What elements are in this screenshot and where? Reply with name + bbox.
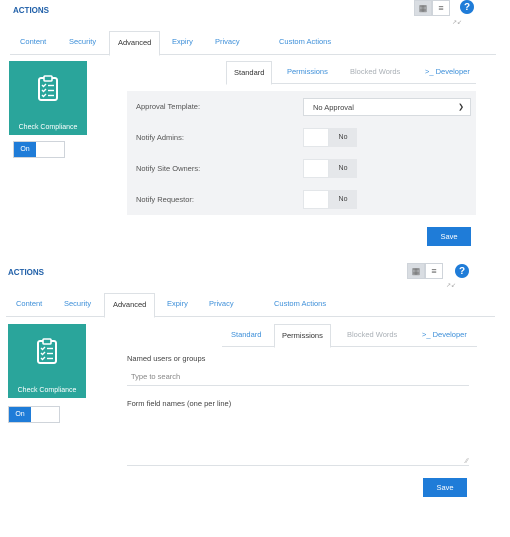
tab-advanced[interactable]: Advanced: [104, 293, 156, 318]
toggle-no-label[interactable]: No: [329, 190, 357, 209]
subtab-developer[interactable]: >_ Developer: [425, 67, 470, 76]
notify-admins-label: Notify Admins:: [136, 133, 184, 142]
panel-title: ACTIONS: [8, 268, 44, 277]
tab-security[interactable]: Security: [64, 299, 91, 308]
notify-site-owners-row: Notify Site Owners: No: [127, 153, 476, 184]
help-icon[interactable]: ?: [455, 264, 469, 278]
compliance-toggle[interactable]: On: [13, 141, 65, 158]
approval-template-row: Approval Template: No Approval ❯: [127, 91, 476, 122]
tab-content[interactable]: Content: [20, 37, 46, 46]
actions-panel-permissions: ACTIONS ▦ ≡ ? ↗↙ Content Security Advanc…: [0, 262, 510, 512]
save-button[interactable]: Save: [423, 478, 467, 497]
toggle-on-label[interactable]: On: [9, 407, 31, 422]
top-tabs: Content Security Advanced Expiry Privacy…: [6, 293, 495, 318]
toggle-on-label[interactable]: On: [14, 142, 36, 157]
notify-admins-toggle[interactable]: No: [303, 128, 357, 147]
clipboard-check-icon: [36, 338, 58, 366]
check-compliance-tile[interactable]: Check Compliance: [8, 324, 86, 398]
resize-grip-icon[interactable]: ∕∕: [466, 458, 468, 465]
notify-site-owners-label: Notify Site Owners:: [136, 164, 201, 173]
notify-requestor-row: Notify Requestor: No: [127, 184, 476, 215]
panel-title: ACTIONS: [13, 6, 49, 15]
subtab-developer[interactable]: >_ Developer: [422, 330, 467, 339]
subtab-blocked-words[interactable]: Blocked Words: [347, 330, 397, 339]
approval-template-value: No Approval: [313, 103, 354, 112]
toggle-no-label[interactable]: No: [329, 128, 357, 147]
top-tabs: Content Security Advanced Expiry Privacy…: [10, 31, 496, 56]
tab-custom-actions[interactable]: Custom Actions: [274, 299, 326, 308]
standard-settings-form: Approval Template: No Approval ❯ Notify …: [127, 91, 476, 215]
toggle-yes-area[interactable]: [303, 190, 329, 209]
approval-template-label: Approval Template:: [136, 102, 201, 111]
list-view-icon[interactable]: ≡: [425, 263, 443, 279]
subtab-standard[interactable]: Standard: [226, 61, 273, 85]
help-icon[interactable]: ?: [460, 0, 474, 14]
check-compliance-label: Check Compliance: [18, 124, 78, 131]
sub-tabs: Standard Permissions Blocked Words >_ De…: [226, 61, 476, 85]
notify-site-owners-toggle[interactable]: No: [303, 159, 357, 178]
list-view-icon[interactable]: ≡: [432, 0, 450, 16]
tab-advanced[interactable]: Advanced: [109, 31, 161, 56]
notify-requestor-label: Notify Requestor:: [136, 195, 194, 204]
collapse-icon[interactable]: ↗↙: [452, 19, 462, 26]
tab-expiry[interactable]: Expiry: [167, 299, 188, 308]
tab-security[interactable]: Security: [69, 37, 96, 46]
view-toggle: ▦ ≡: [414, 0, 450, 16]
check-compliance-label: Check Compliance: [17, 387, 77, 394]
toggle-yes-area[interactable]: [303, 159, 329, 178]
subtab-blocked-words[interactable]: Blocked Words: [350, 67, 400, 76]
chevron-down-icon: ❯: [458, 104, 464, 111]
subtab-permissions[interactable]: Permissions: [274, 324, 331, 348]
notify-requestor-toggle[interactable]: No: [303, 190, 357, 209]
approval-template-select[interactable]: No Approval ❯: [303, 98, 471, 116]
notify-admins-row: Notify Admins: No: [127, 122, 476, 153]
collapse-icon[interactable]: ↗↙: [446, 282, 456, 289]
form-field-names-label: Form field names (one per line): [127, 399, 232, 408]
tab-content[interactable]: Content: [16, 299, 42, 308]
named-users-search-input[interactable]: Type to search: [127, 369, 469, 386]
named-users-label: Named users or groups: [127, 354, 206, 363]
toggle-off-area[interactable]: [36, 142, 64, 157]
clipboard-check-icon: [37, 75, 59, 103]
compliance-toggle[interactable]: On: [8, 406, 60, 423]
subtab-permissions[interactable]: Permissions: [287, 67, 328, 76]
sub-tabs: Standard Permissions Blocked Words >_ De…: [222, 324, 477, 348]
toggle-yes-area[interactable]: [303, 128, 329, 147]
actions-panel-standard: ACTIONS ▦ ≡ ? ↗↙ Content Security Advanc…: [0, 0, 510, 255]
toggle-off-area[interactable]: [31, 407, 59, 422]
grid-view-icon[interactable]: ▦: [414, 0, 432, 16]
toggle-no-label[interactable]: No: [329, 159, 357, 178]
tab-privacy[interactable]: Privacy: [209, 299, 234, 308]
save-button[interactable]: Save: [427, 227, 471, 246]
view-toggle: ▦ ≡: [407, 263, 443, 279]
tab-custom-actions[interactable]: Custom Actions: [279, 37, 331, 46]
grid-view-icon[interactable]: ▦: [407, 263, 425, 279]
tab-privacy[interactable]: Privacy: [215, 37, 240, 46]
tab-expiry[interactable]: Expiry: [172, 37, 193, 46]
check-compliance-tile[interactable]: Check Compliance: [9, 61, 87, 135]
form-field-names-textarea[interactable]: ∕∕: [127, 412, 469, 466]
subtab-standard[interactable]: Standard: [231, 330, 261, 339]
